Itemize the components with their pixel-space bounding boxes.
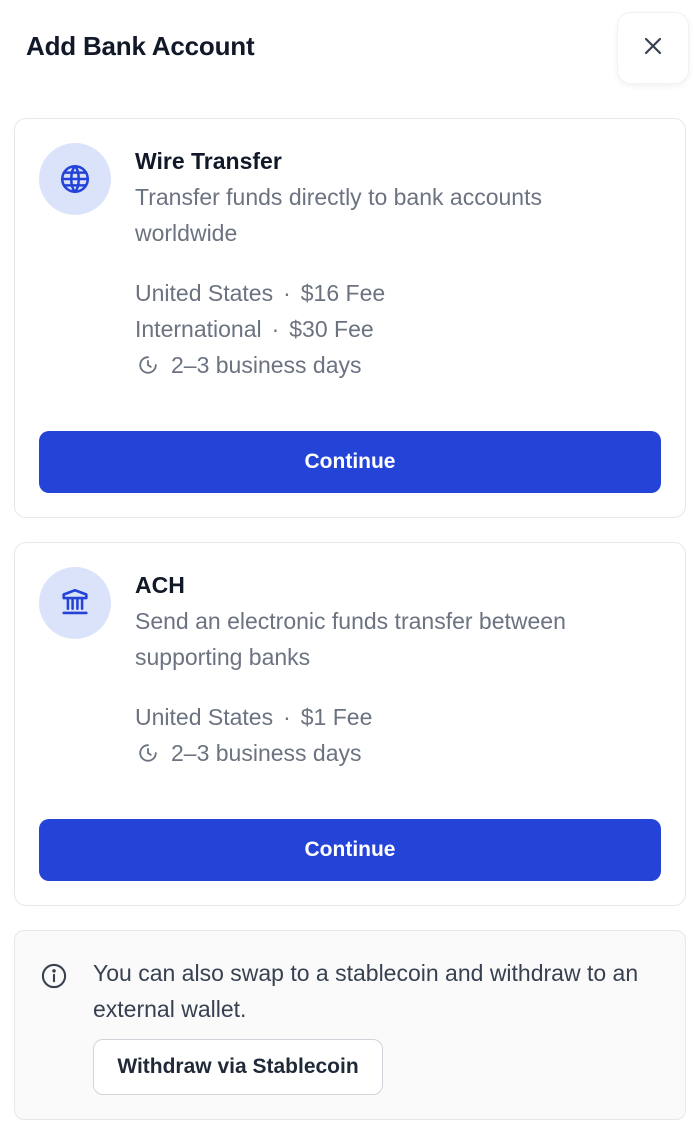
fee-amount: $30 Fee: [289, 316, 374, 342]
wire-continue-button[interactable]: Continue: [39, 431, 661, 493]
method-description: Transfer funds directly to bank accounts…: [135, 184, 542, 246]
fee-amount: $16 Fee: [300, 280, 386, 306]
clock-icon: [135, 352, 161, 378]
ach-card: ACH Send an electronic funds transfer be…: [14, 542, 686, 906]
separator: ·: [283, 280, 291, 306]
withdraw-stablecoin-button[interactable]: Withdraw via Stablecoin: [93, 1039, 383, 1095]
method-title: ACH: [135, 572, 185, 598]
page-title: Add Bank Account: [26, 31, 255, 61]
info-icon: [39, 961, 69, 991]
fee-line-international: International · $30 Fee: [135, 311, 385, 347]
info-text: You can also swap to a stablecoin and wi…: [93, 960, 639, 1022]
separator: ·: [271, 316, 280, 342]
fee-details: United States · $16 Fee International · …: [135, 275, 385, 383]
timing-line: 2–3 business days: [135, 735, 372, 771]
fee-region: United States: [135, 280, 274, 306]
add-bank-account-dialog: Add Bank Account Wire Transfer Transfer …: [0, 0, 700, 1142]
method-description: Send an electronic funds transfer betwee…: [135, 608, 566, 670]
method-title: Wire Transfer: [135, 148, 282, 174]
fee-region: International: [135, 316, 262, 342]
timing-text: 2–3 business days: [171, 352, 362, 378]
wire-transfer-card: Wire Transfer Transfer funds directly to…: [14, 118, 686, 518]
bank-icon: [39, 567, 111, 639]
fee-region: United States: [135, 704, 274, 730]
timing-line: 2–3 business days: [135, 347, 385, 383]
timing-text: 2–3 business days: [171, 740, 362, 766]
fee-line-us: United States · $1 Fee: [135, 699, 372, 735]
fee-details: United States · $1 Fee 2–3 business days: [135, 699, 372, 771]
close-icon: [641, 34, 665, 63]
fee-amount: $1 Fee: [300, 704, 373, 730]
stablecoin-info-card: You can also swap to a stablecoin and wi…: [14, 930, 686, 1120]
clock-icon: [135, 740, 161, 766]
ach-continue-button[interactable]: Continue: [39, 819, 661, 881]
close-button[interactable]: [617, 12, 689, 84]
globe-icon: [39, 143, 111, 215]
separator: ·: [283, 704, 291, 730]
fee-line-us: United States · $16 Fee: [135, 275, 385, 311]
